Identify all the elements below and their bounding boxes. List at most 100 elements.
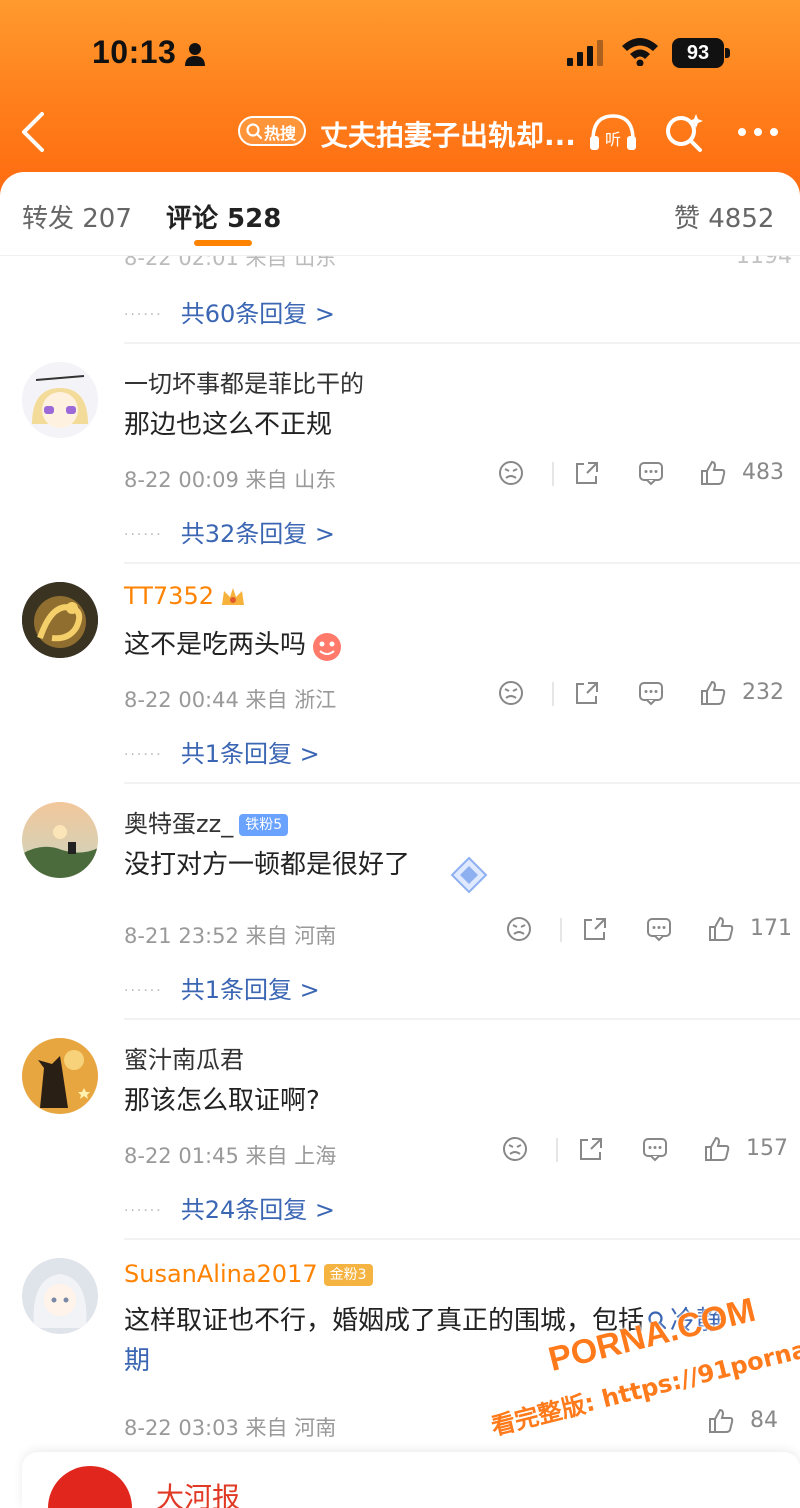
hot-search-label: 热搜 (264, 124, 297, 143)
person-icon (185, 43, 205, 66)
tab-comments[interactable]: 评论 528 (166, 198, 281, 235)
comment-text: 那边也这么不正规 (124, 410, 333, 440)
share-icon[interactable] (572, 458, 602, 488)
view-replies-link[interactable]: ······ 共1条回复 > (124, 970, 320, 1005)
divider (552, 462, 554, 486)
avatar[interactable] (22, 1038, 98, 1114)
listen-label: 听 (605, 130, 621, 149)
avatar[interactable] (22, 802, 98, 878)
username[interactable]: 奥特蛋zz_ 铁粉5 (124, 804, 289, 839)
tab-likes[interactable]: 赞 4852 (674, 198, 774, 235)
battery-indicator: 93 (672, 38, 730, 68)
active-tab-indicator (194, 240, 252, 246)
comment-meta: 8-22 02:01 来自 山东 (124, 256, 337, 270)
view-replies-link[interactable]: ······ 共24条回复 > (124, 1190, 335, 1225)
wifi-icon (622, 38, 658, 66)
comment-meta: 8-22 03:03 来自 河南 (124, 1416, 337, 1440)
share-icon[interactable] (572, 678, 602, 708)
comment-actions: 232 (496, 678, 796, 712)
dislike-face-icon[interactable] (500, 1134, 530, 1164)
fan-badge: 金粉3 (323, 1264, 373, 1286)
like-thumb-icon[interactable] (698, 678, 728, 708)
username-text: TT7352 (124, 582, 214, 610)
reply-dots: ······ (124, 307, 163, 323)
source-card[interactable]: 大河报 (22, 1452, 800, 1508)
replies-count: 共24条回复 > (180, 1196, 335, 1224)
username[interactable]: SusanAlina2017 金粉3 (124, 1260, 373, 1288)
navigation-bar: 热搜 丈夫拍妻子出轨却... 听 (0, 100, 800, 164)
page-title[interactable]: 丈夫拍妻子出轨却... (320, 114, 576, 154)
status-bar: 10:13 93 (0, 28, 800, 80)
more-options-icon[interactable] (734, 110, 782, 154)
comment-actions: 171 (504, 914, 800, 948)
like-count: 157 (746, 1136, 788, 1161)
signal-icon (567, 40, 603, 66)
comment-text-line1: 一切坏事都是菲比干的 (124, 370, 364, 398)
username[interactable]: 蜜汁南瓜君 (124, 1040, 244, 1075)
comment-meta: 8-22 01:45 来自 上海 (124, 1144, 337, 1168)
search-icon[interactable] (662, 110, 706, 154)
view-replies-link[interactable]: ······ 共60条回复 > (124, 294, 335, 329)
comment-icon[interactable] (636, 678, 666, 708)
like-count: 1194 (736, 256, 792, 269)
avatar-image (22, 802, 98, 878)
avatar-image (22, 582, 98, 658)
reply-dots: ······ (124, 983, 163, 999)
avatar[interactable] (22, 1258, 98, 1334)
like-count: 483 (742, 460, 784, 485)
dislike-face-icon[interactable] (496, 458, 526, 488)
comment-actions: 157 (500, 1134, 800, 1168)
view-replies-link[interactable]: ······ 共1条回复 > (124, 734, 320, 769)
avatar-image (22, 1038, 98, 1114)
dislike-face-icon[interactable] (496, 678, 526, 708)
share-icon[interactable] (576, 1134, 606, 1164)
like-count: 171 (750, 916, 792, 941)
diamond-sticker-icon (450, 856, 488, 894)
like-thumb-icon[interactable] (706, 914, 736, 944)
share-icon[interactable] (580, 914, 610, 944)
like-thumb-icon[interactable] (698, 458, 728, 488)
comment-item: 一切坏事都是菲比干的 那边也这么不正规 8-22 00:09 来自 山东 483… (0, 344, 800, 564)
divider (560, 918, 562, 942)
avatar[interactable] (22, 582, 98, 658)
header-background: 10:13 93 热搜 丈夫拍妻子出轨却... 听 (0, 0, 800, 200)
comment-item: 蜜汁南瓜君 那该怎么取证啊? 8-22 01:45 来自 上海 157 ····… (0, 1020, 800, 1240)
username-text: SusanAlina2017 (124, 1260, 318, 1288)
fan-badge: 铁粉5 (239, 814, 289, 836)
hot-search-tag[interactable]: 热搜 (238, 116, 306, 146)
topic-link-continued[interactable]: 期 (124, 1340, 150, 1377)
avatar-image (22, 362, 98, 438)
battery-level: 93 (672, 38, 724, 68)
comment-item: 奥特蛋zz_ 铁粉5 没打对方一顿都是很好了 8-21 23:52 来自 河南 1… (0, 784, 800, 1020)
avatar[interactable] (22, 362, 98, 438)
comment-actions: 1194 (490, 256, 792, 276)
avatar-image (22, 1258, 98, 1334)
comment-icon[interactable] (644, 914, 674, 944)
search-small-icon (246, 123, 263, 140)
like-thumb-icon[interactable] (702, 1134, 732, 1164)
comment-text: 那该怎么取证啊? (124, 1086, 320, 1116)
comment-text: 这不是吃两头吗 (124, 624, 344, 662)
comment-actions: 483 (496, 458, 796, 492)
view-replies-link[interactable]: ······ 共32条回复 > (124, 514, 335, 549)
username[interactable]: TT7352 (124, 582, 246, 610)
comment-meta: 8-22 00:09 来自 山东 (124, 468, 337, 492)
comment-item: TT7352 这不是吃两头吗 8-22 00:44 来自 浙江 232 ····… (0, 564, 800, 784)
replies-count: 共1条回复 > (180, 976, 320, 1004)
crown-badge-icon (221, 588, 244, 605)
back-arrow-icon[interactable] (14, 108, 54, 156)
comment-icon[interactable] (640, 1134, 670, 1164)
comment-text-content: 这不是吃两头吗 (124, 630, 307, 660)
replies-count: 共60条回复 > (180, 300, 335, 328)
tab-bar: 转发 207 评论 528 赞 4852 (0, 172, 800, 256)
source-logo (48, 1466, 132, 1508)
username-text: 奥特蛋zz_ (124, 810, 234, 838)
headphones-listen-icon[interactable]: 听 (588, 110, 638, 154)
reply-dots: ······ (124, 747, 163, 763)
tab-repost[interactable]: 转发 207 (22, 198, 132, 235)
comment-meta: 8-21 23:52 来自 河南 (124, 924, 337, 948)
comment-icon[interactable] (636, 458, 666, 488)
status-time: 10:13 (92, 34, 177, 70)
comment-meta: 8-22 00:44 来自 浙江 (124, 688, 337, 712)
dislike-face-icon[interactable] (504, 914, 534, 944)
